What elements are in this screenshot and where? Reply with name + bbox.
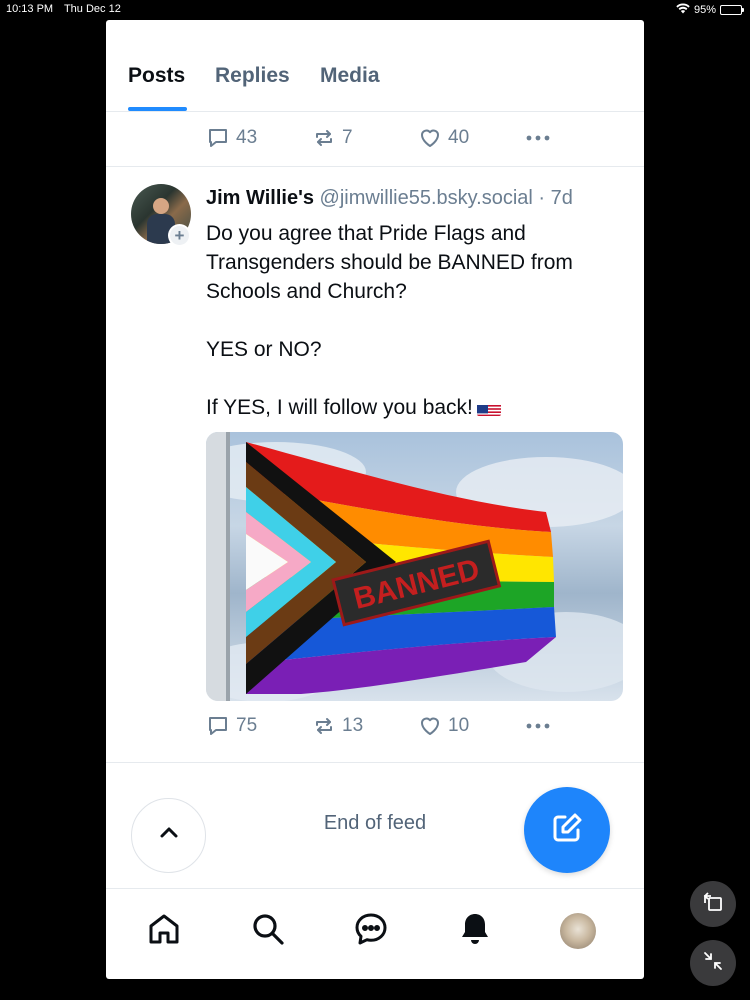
heart-icon xyxy=(418,714,442,738)
repost-count: 7 xyxy=(342,127,353,148)
nav-search[interactable] xyxy=(248,911,288,951)
collapse-button[interactable] xyxy=(690,940,736,986)
author-handle[interactable]: @jimwillie55.bsky.social xyxy=(320,187,533,209)
search-icon xyxy=(250,911,286,952)
tab-media[interactable]: Media xyxy=(320,64,380,88)
reply-icon xyxy=(206,714,230,738)
like-count: 10 xyxy=(448,715,470,736)
tab-replies[interactable]: Replies xyxy=(215,64,290,88)
status-bar: 10:13 PM Thu Dec 12 95% xyxy=(0,0,750,18)
like-button[interactable]: 10 xyxy=(418,714,469,738)
reply-button[interactable]: 75 xyxy=(206,714,257,738)
post-text: Do you agree that Pride Flags and Transg… xyxy=(206,219,626,422)
post-actions: 75 13 10 xyxy=(106,700,644,755)
repost-icon xyxy=(312,714,336,738)
compose-icon xyxy=(549,810,585,851)
status-time: 10:13 PM xyxy=(6,3,54,15)
bell-icon xyxy=(457,911,493,952)
tab-posts[interactable]: Posts xyxy=(128,64,185,88)
chat-icon xyxy=(353,911,389,952)
repost-button[interactable]: 13 xyxy=(312,714,363,738)
post-separator: · xyxy=(532,187,551,209)
battery-percent: 95% xyxy=(693,4,716,16)
ellipsis-icon xyxy=(524,126,552,150)
profile-avatar xyxy=(560,913,596,949)
reply-button[interactable]: 43 xyxy=(206,126,257,150)
bottom-nav xyxy=(106,889,644,979)
profile-tabs: Posts Replies Media xyxy=(106,20,644,112)
plus-icon: + xyxy=(170,226,189,245)
app-panel: Posts Replies Media 43 7 40 + Jim Willie… xyxy=(106,20,644,979)
nav-chat[interactable] xyxy=(351,911,391,951)
more-options-button[interactable] xyxy=(524,126,552,150)
previous-post-actions: 43 7 40 xyxy=(106,112,644,167)
status-date: Thu Dec 12 xyxy=(63,3,121,15)
author-name[interactable]: Jim Willie's xyxy=(206,187,314,209)
scroll-to-top-button[interactable] xyxy=(131,798,206,873)
status-right: 95% xyxy=(676,3,744,17)
compose-button[interactable] xyxy=(524,787,610,873)
wifi-icon xyxy=(676,3,690,17)
nav-notifications[interactable] xyxy=(455,911,495,951)
home-icon xyxy=(146,911,182,952)
reply-count: 43 xyxy=(236,127,258,148)
post-header: Jim Willie's @jimwillie55.bsky.social · … xyxy=(206,187,573,210)
post-body: Do you agree that Pride Flags and Transg… xyxy=(206,222,573,419)
ellipsis-icon xyxy=(524,714,552,738)
more-options-button[interactable] xyxy=(524,714,552,738)
post-timestamp[interactable]: 7d xyxy=(551,187,573,209)
reply-count: 75 xyxy=(236,715,258,736)
like-button[interactable]: 40 xyxy=(418,126,469,150)
like-count: 40 xyxy=(448,127,470,148)
nav-home[interactable] xyxy=(144,911,184,951)
post[interactable]: + Jim Willie's @jimwillie55.bsky.social … xyxy=(106,167,644,763)
status-left: 10:13 PM Thu Dec 12 xyxy=(6,3,129,15)
us-flag-emoji xyxy=(476,400,501,416)
follow-button[interactable]: + xyxy=(168,224,191,247)
battery-icon xyxy=(720,5,744,15)
repost-count: 13 xyxy=(342,715,364,736)
rotate-button[interactable] xyxy=(690,881,736,927)
repost-icon xyxy=(312,126,336,150)
repost-button[interactable]: 7 xyxy=(312,126,353,150)
active-tab-indicator xyxy=(128,107,187,111)
reply-icon xyxy=(206,126,230,150)
rotate-icon xyxy=(702,891,724,918)
feed-end: End of feed xyxy=(106,763,644,889)
nav-profile[interactable] xyxy=(558,911,598,951)
collapse-icon xyxy=(702,950,724,977)
banned-flag-graphic: BANNED xyxy=(206,432,623,701)
heart-icon xyxy=(418,126,442,150)
post-image[interactable]: BANNED xyxy=(206,432,623,701)
avatar-face xyxy=(153,198,169,214)
